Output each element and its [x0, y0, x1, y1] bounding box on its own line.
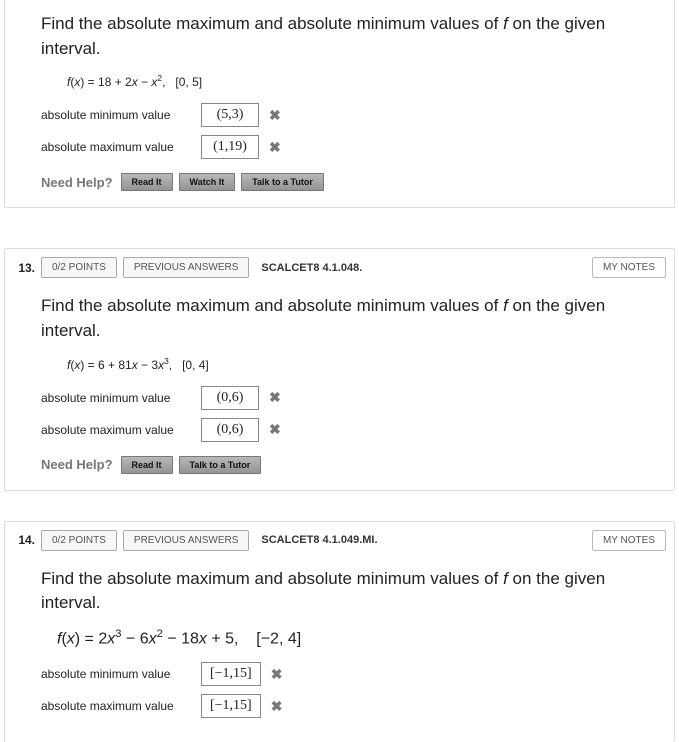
question-prompt: Find the absolute maximum and absolute m…	[41, 12, 654, 61]
min-label: absolute minimum value	[41, 667, 191, 681]
need-help-label: Need Help?	[41, 457, 113, 472]
max-label: absolute maximum value	[41, 140, 191, 154]
min-label: absolute minimum value	[41, 391, 191, 405]
min-row: absolute minimum value (0,6) ✖	[41, 386, 654, 410]
min-row: absolute minimum value (5,3) ✖	[41, 103, 654, 127]
max-row: absolute maximum value (1,19) ✖	[41, 135, 654, 159]
max-row: absolute maximum value (0,6) ✖	[41, 418, 654, 442]
incorrect-icon: ✖	[269, 107, 281, 124]
need-help-row: Need Help? Read It Talk to a Tutor	[41, 456, 654, 474]
formula: f(x) = 18 + 2x − x2, [0, 5]	[67, 73, 654, 89]
incorrect-icon: ✖	[269, 139, 281, 156]
prompt-text-a: Find the absolute maximum and absolute m…	[41, 14, 503, 33]
question-reference: SCALCET8 4.1.048.	[261, 262, 362, 274]
question-body: Find the absolute maximum and absolute m…	[4, 0, 675, 208]
need-help-label: Need Help?	[41, 175, 113, 190]
previous-answers-button[interactable]: PREVIOUS ANSWERS	[123, 530, 249, 551]
prompt-text-a: Find the absolute maximum and absolute m…	[41, 569, 503, 588]
question-number: 14.	[13, 533, 35, 547]
question-reference: SCALCET8 4.1.049.MI.	[261, 534, 377, 546]
min-row: absolute minimum value [−1,15] ✖	[41, 662, 654, 686]
read-it-button[interactable]: Read It	[121, 456, 173, 474]
prompt-text-a: Find the absolute maximum and absolute m…	[41, 296, 503, 315]
max-row: absolute maximum value [−1,15] ✖	[41, 694, 654, 718]
max-answer-box[interactable]: [−1,15]	[201, 694, 261, 718]
min-answer-box[interactable]: (0,6)	[201, 386, 259, 410]
min-label: absolute minimum value	[41, 108, 191, 122]
points-badge: 0/2 POINTS	[41, 530, 117, 551]
talk-tutor-button[interactable]: Talk to a Tutor	[179, 456, 262, 474]
question-prompt: Find the absolute maximum and absolute m…	[41, 294, 654, 343]
max-label: absolute maximum value	[41, 423, 191, 437]
question-body: Find the absolute maximum and absolute m…	[5, 282, 674, 489]
my-notes-button[interactable]: MY NOTES	[592, 530, 666, 551]
incorrect-icon: ✖	[271, 666, 283, 683]
need-help-row: Need Help? Read It Watch It Talk to a Tu…	[41, 173, 654, 191]
formula: f(x) = 6 + 81x − 3x3, [0, 4]	[67, 356, 654, 372]
incorrect-icon: ✖	[269, 389, 281, 406]
question-header: 14. 0/2 POINTS PREVIOUS ANSWERS SCALCET8…	[5, 522, 674, 555]
incorrect-icon: ✖	[269, 421, 281, 438]
max-label: absolute maximum value	[41, 699, 191, 713]
question-number: 13.	[13, 261, 35, 275]
min-answer-box[interactable]: [−1,15]	[201, 662, 261, 686]
question-body: Find the absolute maximum and absolute m…	[5, 555, 674, 742]
previous-answers-button[interactable]: PREVIOUS ANSWERS	[123, 257, 249, 278]
talk-tutor-button[interactable]: Talk to a Tutor	[241, 173, 324, 191]
points-badge: 0/2 POINTS	[41, 257, 117, 278]
incorrect-icon: ✖	[271, 698, 283, 715]
my-notes-button[interactable]: MY NOTES	[592, 257, 666, 278]
watch-it-button[interactable]: Watch It	[179, 173, 236, 191]
question-header: 13. 0/2 POINTS PREVIOUS ANSWERS SCALCET8…	[5, 249, 674, 282]
formula: f(x) = 2x3 − 6x2 − 18x + 5, [−2, 4]	[57, 628, 654, 648]
max-answer-box[interactable]: (0,6)	[201, 418, 259, 442]
question-13: 13. 0/2 POINTS PREVIOUS ANSWERS SCALCET8…	[4, 248, 675, 490]
min-answer-box[interactable]: (5,3)	[201, 103, 259, 127]
read-it-button[interactable]: Read It	[121, 173, 173, 191]
question-prompt: Find the absolute maximum and absolute m…	[41, 567, 654, 616]
max-answer-box[interactable]: (1,19)	[201, 135, 259, 159]
question-14: 14. 0/2 POINTS PREVIOUS ANSWERS SCALCET8…	[4, 521, 675, 742]
